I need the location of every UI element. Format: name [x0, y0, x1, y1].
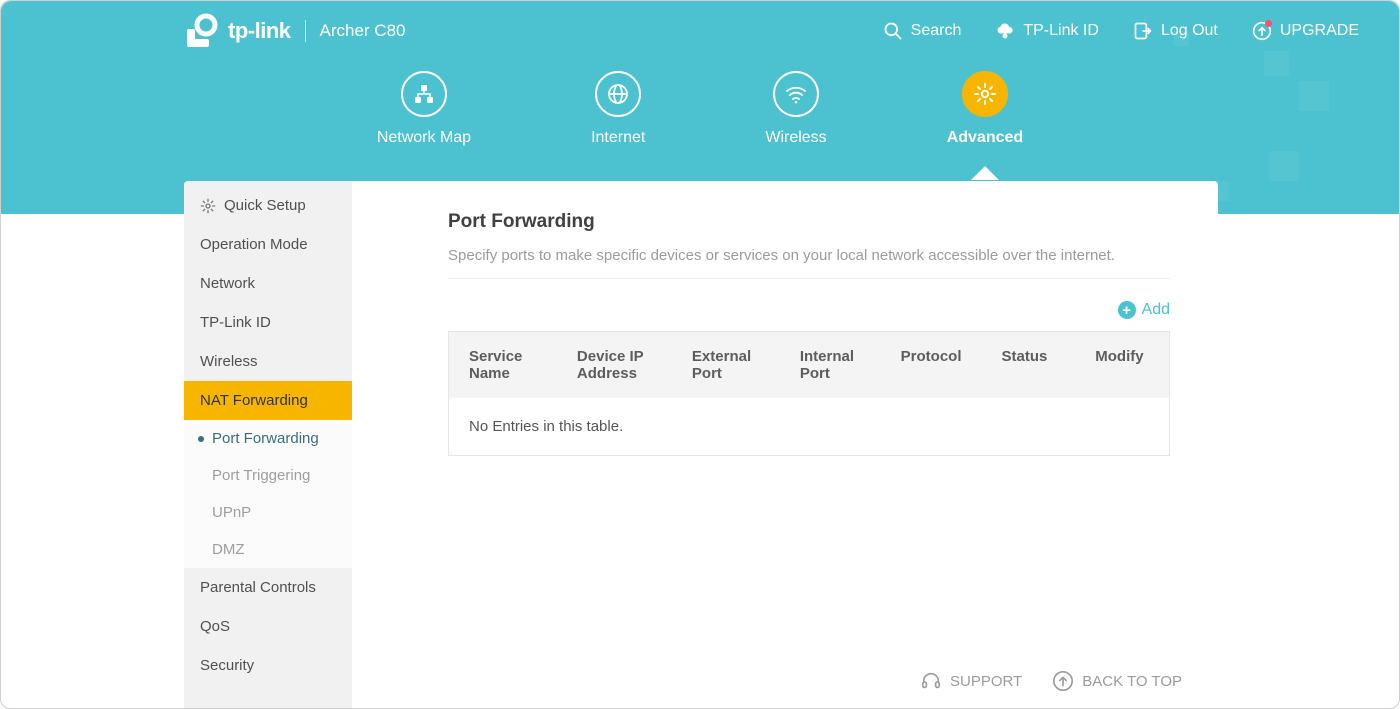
main-panel: Quick Setup Operation Mode Network TP-Li…: [184, 181, 1218, 708]
sidebar-item-network[interactable]: Network: [184, 264, 352, 303]
plus-icon: +: [1118, 301, 1136, 319]
gear-icon: [200, 198, 216, 214]
sidebar-sub-port-triggering[interactable]: Port Triggering: [184, 457, 352, 494]
cloud-user-icon: [995, 21, 1015, 41]
th-service-name: Service Name: [449, 332, 557, 398]
port-forwarding-table: Service Name Device IP Address External …: [448, 331, 1170, 456]
tplink-logo-icon: [184, 13, 218, 49]
nav-tabs: Network Map Internet Wireless Advanced: [1, 61, 1399, 147]
sidebar-item-label: Parental Controls: [200, 579, 316, 596]
sidebar-item-label: QoS: [200, 618, 230, 635]
tab-label: Internet: [591, 129, 645, 147]
sidebar-sublist: Port Forwarding Port Triggering UPnP DMZ: [184, 420, 352, 568]
sidebar: Quick Setup Operation Mode Network TP-Li…: [184, 181, 352, 708]
content-area: Port Forwarding Specify ports to make sp…: [352, 181, 1218, 708]
search-icon: [883, 21, 903, 41]
sidebar-item-label: TP-Link ID: [200, 314, 271, 331]
sidebar-sub-label: Port Triggering: [212, 467, 310, 484]
network-map-icon: [412, 82, 436, 106]
sidebar-item-label: Operation Mode: [200, 236, 308, 253]
sidebar-item-operation-mode[interactable]: Operation Mode: [184, 225, 352, 264]
search-link[interactable]: Search: [883, 21, 962, 41]
brand-name: tp-link: [228, 18, 291, 44]
arrow-up-circle-icon: [1052, 670, 1074, 692]
tab-network-map[interactable]: Network Map: [377, 71, 471, 147]
tab-label: Advanced: [947, 129, 1023, 147]
sidebar-item-label: Wireless: [200, 353, 258, 370]
sidebar-sub-label: UPnP: [212, 504, 251, 521]
logout-link[interactable]: Log Out: [1133, 21, 1218, 41]
sidebar-sub-label: Port Forwarding: [212, 430, 319, 447]
tab-label: Network Map: [377, 129, 471, 147]
sidebar-item-label: Network: [200, 275, 255, 292]
logout-icon: [1133, 21, 1153, 41]
add-label: Add: [1142, 301, 1170, 319]
back-to-top-link[interactable]: BACK TO TOP: [1052, 670, 1182, 692]
headset-icon: [920, 670, 942, 692]
sidebar-item-wireless[interactable]: Wireless: [184, 342, 352, 381]
sidebar-sub-dmz[interactable]: DMZ: [184, 531, 352, 568]
sidebar-item-security[interactable]: Security: [184, 646, 352, 685]
logout-label: Log Out: [1161, 22, 1218, 40]
globe-icon: [606, 82, 630, 106]
th-external-port: External Port: [672, 332, 780, 398]
th-status: Status: [982, 332, 1076, 398]
tab-label: Wireless: [765, 129, 826, 147]
sidebar-item-tplink-id[interactable]: TP-Link ID: [184, 303, 352, 342]
sidebar-item-nat-forwarding[interactable]: NAT Forwarding: [184, 381, 352, 420]
add-button[interactable]: + Add: [1118, 301, 1170, 319]
sidebar-item-label: NAT Forwarding: [200, 392, 308, 409]
tplink-id-link[interactable]: TP-Link ID: [995, 21, 1099, 41]
page-title: Port Forwarding: [448, 211, 1170, 233]
add-row: + Add: [448, 301, 1170, 319]
tplink-id-label: TP-Link ID: [1023, 22, 1099, 40]
support-label: SUPPORT: [950, 673, 1022, 690]
tab-advanced[interactable]: Advanced: [947, 71, 1023, 147]
sidebar-item-qos[interactable]: QoS: [184, 607, 352, 646]
table-empty-text: No Entries in this table.: [449, 398, 1169, 455]
back-to-top-label: BACK TO TOP: [1082, 673, 1182, 690]
upgrade-link[interactable]: UPGRADE: [1252, 21, 1359, 41]
th-device-ip: Device IP Address: [557, 332, 672, 398]
model-name: Archer C80: [320, 21, 406, 41]
search-label: Search: [911, 22, 962, 40]
page-description: Specify ports to make specific devices o…: [448, 247, 1170, 279]
footer-actions: SUPPORT BACK TO TOP: [920, 670, 1182, 692]
tab-wireless[interactable]: Wireless: [765, 71, 826, 147]
sidebar-sub-label: DMZ: [212, 541, 245, 558]
th-protocol: Protocol: [881, 332, 982, 398]
upgrade-notification-dot: [1265, 20, 1272, 27]
top-links: Search TP-Link ID Log Out UPGRADE: [883, 21, 1359, 41]
support-link[interactable]: SUPPORT: [920, 670, 1022, 692]
table-header-row: Service Name Device IP Address External …: [449, 332, 1169, 398]
th-internal-port: Internal Port: [780, 332, 881, 398]
upgrade-label: UPGRADE: [1280, 22, 1359, 40]
wifi-icon: [784, 82, 808, 106]
brand-logo: tp-link Archer C80: [184, 13, 405, 49]
sidebar-item-label: Security: [200, 657, 254, 674]
sidebar-sub-port-forwarding[interactable]: Port Forwarding: [184, 420, 352, 457]
th-modify: Modify: [1075, 332, 1169, 398]
sidebar-sub-upnp[interactable]: UPnP: [184, 494, 352, 531]
sidebar-item-label: Quick Setup: [224, 197, 306, 214]
tab-internet[interactable]: Internet: [591, 71, 645, 147]
brand-divider: [305, 20, 306, 42]
sidebar-item-quick-setup[interactable]: Quick Setup: [184, 181, 352, 225]
top-bar: tp-link Archer C80 Search TP-Link ID Log…: [1, 1, 1399, 61]
gear-icon: [973, 82, 997, 106]
sidebar-item-parental-controls[interactable]: Parental Controls: [184, 568, 352, 607]
active-tab-pointer: [971, 166, 999, 180]
